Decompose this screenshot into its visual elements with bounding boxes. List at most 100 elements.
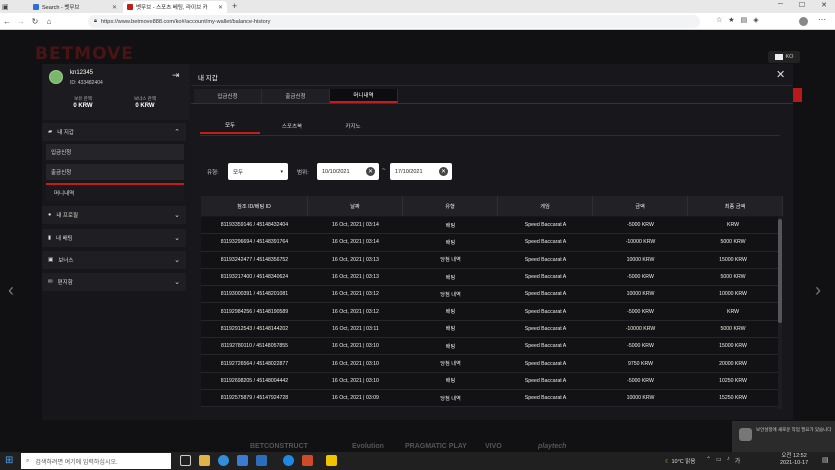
language-selector[interactable]: KO xyxy=(768,51,800,63)
table-row: 81192984256 / 45148190589 16 Oct, 2021 | … xyxy=(201,303,778,321)
table-cell: KRW xyxy=(726,308,739,315)
notification-center-icon[interactable]: ▤ xyxy=(822,456,829,464)
tab-history[interactable]: 머니내역 xyxy=(330,89,398,103)
favorite-icon[interactable]: ☆ xyxy=(716,16,722,24)
tab-deposit[interactable]: 입금신청 xyxy=(194,89,262,103)
more-icon[interactable]: ⋯ xyxy=(818,15,826,24)
weather-widget[interactable]: ☾ 10°C 맑음 xyxy=(665,457,695,465)
logout-icon[interactable]: ⇥ xyxy=(172,70,180,81)
close-icon[interactable]: ✕ xyxy=(112,4,117,11)
taskbar-search[interactable]: ⌕ 검색하려면 여기에 입력하십시오. xyxy=(21,453,171,469)
home-icon[interactable]: ⌂ xyxy=(42,17,56,26)
scrollbar-thumb[interactable] xyxy=(778,219,782,323)
sidebar-item-label: 보너스 xyxy=(58,258,74,264)
sidebar-item-bets[interactable]: ▮ 내 배팅 ⌄ xyxy=(42,229,186,247)
subtab-sportsbook[interactable]: 스포츠북 xyxy=(262,118,322,134)
store-icon[interactable] xyxy=(237,455,248,466)
range-filter-label: 범위: xyxy=(297,170,309,176)
back-icon[interactable]: ← xyxy=(0,17,14,26)
table-cell: 배팅 xyxy=(445,326,456,333)
profile-avatar[interactable] xyxy=(799,17,808,26)
carousel-prev-icon[interactable]: ‹ xyxy=(8,280,14,301)
kakao-icon[interactable] xyxy=(326,455,337,466)
provider-logo: VIVO xyxy=(485,443,502,450)
windows-start-icon[interactable]: ⊞ xyxy=(5,455,13,466)
refresh-icon[interactable]: ↻ xyxy=(28,17,42,26)
mail-app-icon[interactable] xyxy=(256,455,267,466)
table-cell: -10000 KRW xyxy=(625,239,656,246)
language-code: KO xyxy=(785,54,794,60)
collections-icon[interactable]: ▤ xyxy=(741,16,748,24)
extensions-icon[interactable]: ◈ xyxy=(753,16,758,24)
table-cell: 5000 KRW xyxy=(720,325,746,332)
sidebar-item-inbox[interactable]: ✉ 편지함 ⌄ xyxy=(42,273,186,291)
sidebar-item-bonus[interactable]: ▣ 보너스 ⌄ xyxy=(42,251,186,269)
table-cell: Speed Baccarat A xyxy=(524,308,567,315)
table-cell: 81192912543 / 45148144202 xyxy=(220,325,289,332)
column-header: 날짜 xyxy=(308,196,403,216)
tab-withdraw[interactable]: 출금신청 xyxy=(262,89,330,103)
search-favicon-icon xyxy=(33,4,39,10)
url-bar[interactable]: 🔒︎ https://www.betmove888.com/ko#/accoun… xyxy=(88,15,700,28)
caret-down-icon: ▾ xyxy=(280,168,283,175)
close-window-icon[interactable]: ✕ xyxy=(821,1,827,9)
forward-icon[interactable]: → xyxy=(14,17,28,26)
close-icon[interactable]: ✕ xyxy=(776,68,785,81)
sidebar-sub-withdraw[interactable]: 출금신청 xyxy=(46,164,184,180)
table-cell: 16 Oct, 2021 | 03:12 xyxy=(332,291,379,298)
table-cell: 81193359146 / 45148432404 xyxy=(220,222,289,229)
type-filter-value: 모두 xyxy=(233,169,244,176)
table-row: 81193217400 / 45148340624 16 Oct, 2021 | … xyxy=(201,268,778,287)
table-cell: 10000 KRW xyxy=(626,395,655,402)
sidebar-item-label: 내 배팅 xyxy=(56,236,73,242)
browser-tab-search[interactable]: Search - 벳무브 ✕ xyxy=(29,1,121,13)
type-filter-select[interactable]: 모두 ▾ xyxy=(228,163,288,180)
close-icon[interactable]: ✕ xyxy=(218,4,223,11)
table-row: 81192698205 / 45148004442 16 Oct, 2021 | … xyxy=(201,372,778,390)
browser-tab-betmove[interactable]: 벳무브 - 스포츠 베팅, 라이브 카 ✕ xyxy=(123,1,227,13)
sidebar-sub-history[interactable]: 머니내역 xyxy=(46,183,184,201)
table-row: 81192575879 / 45147924728 16 Oct, 2021 | … xyxy=(201,389,778,408)
clear-icon[interactable]: ✕ xyxy=(366,167,375,176)
table-cell: -10000 KRW xyxy=(625,325,656,332)
favorites-list-icon[interactable]: ★ xyxy=(728,16,734,24)
carousel-next-icon[interactable]: › xyxy=(815,280,821,301)
tab-actions-icon[interactable]: ▣ xyxy=(2,3,9,11)
table-cell: 15000 KRW xyxy=(719,256,747,263)
date-from-field[interactable]: 10/10/2021 ✕ xyxy=(317,163,379,180)
clock[interactable]: 오전 12:52 2021-10-17 xyxy=(780,453,808,467)
chevron-up-icon[interactable]: ⌃ xyxy=(706,456,711,465)
site-logo[interactable]: BETMOVE xyxy=(35,44,134,64)
file-explorer-icon[interactable] xyxy=(199,455,210,466)
search-placeholder: 검색하려면 여기에 입력하십시오. xyxy=(35,459,118,466)
table-cell: Speed Baccarat A xyxy=(524,274,567,281)
volume-icon[interactable]: ♪ xyxy=(727,456,730,465)
task-view-icon[interactable] xyxy=(180,455,191,466)
new-tab-button[interactable]: + xyxy=(232,1,237,11)
clock-date: 2021-10-17 xyxy=(780,460,809,466)
sidebar-item-label: 입금신청 xyxy=(51,150,72,156)
maximize-icon[interactable]: ☐ xyxy=(799,1,805,9)
edge-active-icon[interactable] xyxy=(283,455,294,466)
subtab-casino[interactable]: 카지노 xyxy=(323,118,383,134)
network-icon[interactable]: ▭ xyxy=(716,456,722,465)
sidebar-item-label: 출금신청 xyxy=(51,170,72,176)
app-icon[interactable] xyxy=(302,455,313,466)
subtab-all[interactable]: 모두 xyxy=(200,118,260,134)
table-cell: 16 Oct, 2021 | 03:09 xyxy=(332,395,379,402)
date-to-field[interactable]: 17/10/2021 ✕ xyxy=(390,163,452,180)
edge-icon[interactable] xyxy=(218,455,229,466)
chevron-down-icon: ⌄ xyxy=(174,212,180,219)
sidebar-sub-deposit[interactable]: 입금신청 xyxy=(46,144,184,160)
clear-icon[interactable]: ✕ xyxy=(439,167,448,176)
ime-icon[interactable]: 가 xyxy=(735,456,741,465)
minimize-icon[interactable]: ─ xyxy=(778,1,783,9)
security-icon xyxy=(739,428,752,441)
table-cell: 16 Oct, 2021 | 03:13 xyxy=(332,256,379,263)
table-cell: Speed Baccarat A xyxy=(524,343,567,350)
sidebar-item-profile[interactable]: ● 내 프로필 ⌄ xyxy=(42,206,186,224)
date-from-value: 10/10/2021 xyxy=(322,168,350,175)
table-cell: 16 Oct, 2021 | 03:13 xyxy=(332,274,379,281)
date-to-value: 17/10/2021 xyxy=(395,168,423,175)
sidebar-item-wallet[interactable]: ▰ 내 지갑 ⌃ xyxy=(42,123,186,141)
